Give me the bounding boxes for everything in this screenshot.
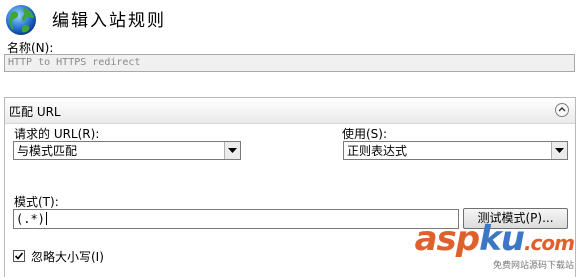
ignore-case-label: 忽略大小写(I) [31,250,104,264]
page-title: 编辑入站规则 [52,11,166,31]
globe-icon [4,3,38,37]
using-value: 正则表达式 [347,144,408,158]
match-url-panel-header[interactable]: 匹配 URL [5,98,575,124]
using-label: 使用(S): [342,127,388,141]
requested-url-label: 请求的 URL(R): [14,127,100,141]
watermark: aspku.com 免费网站源码下载站 [414,219,575,271]
watermark-logo: aspku.com [414,219,575,259]
pattern-value: (.*) [16,212,45,226]
chevron-down-icon[interactable] [551,142,567,159]
requested-url-value: 与模式匹配 [17,144,78,158]
match-url-section-title: 匹配 URL [9,105,61,119]
name-input[interactable]: HTTP to HTTPS redirect [4,54,575,72]
pattern-input[interactable]: (.*) [13,209,459,229]
text-caret [45,212,47,225]
pattern-label: 模式(T): [14,195,59,209]
ignore-case-checkbox[interactable] [13,250,25,262]
chevron-down-icon[interactable] [224,142,240,159]
requested-url-select[interactable]: 与模式匹配 [13,141,241,160]
collapse-icon[interactable] [555,103,569,117]
using-select[interactable]: 正则表达式 [343,141,568,160]
